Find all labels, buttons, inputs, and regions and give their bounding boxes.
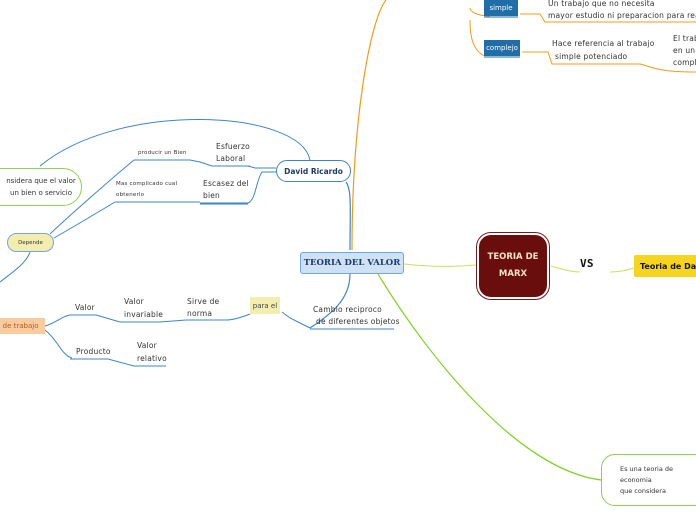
producto-label: Producto [76,347,111,356]
depende-node[interactable]: Depende [7,233,54,252]
link-vs-darwin [609,267,635,273]
link-esfuerzo-producir [189,159,213,167]
producir-label: producir un Bien [138,150,187,156]
simple-badge[interactable]: simple [484,0,518,16]
link-arc-considera [39,119,311,167]
link-sirve-invariable [159,319,187,323]
complejo-right-line1: El trab [673,34,696,43]
cambio-line2: de diferentes objetos [316,317,400,326]
esfuerzo-line2: Laboral [216,154,246,163]
cambio-line1: Cambio reciproco [313,305,382,314]
sirve-line2: norma [187,309,213,318]
considera-line2: un bien o servicio [10,189,72,197]
invariable-line2: invariable [124,310,164,319]
link-invariable-valor [95,314,121,323]
simple-text-line1: Un trabajo que no necesita [548,0,655,8]
marx-node[interactable]: TEORIA DE MARX [476,232,550,300]
link-orange-top [351,0,387,251]
complejo-right-line3: complej [673,58,696,67]
link-depende-left [0,251,31,283]
valor-label: Valor [75,303,95,312]
vs-label: VS [580,257,594,270]
sirve-line1: Sirve de [187,297,220,306]
considera-node[interactable]: nsidera que el valor un bien o servicio [0,168,82,206]
invariable-line1: Valor [124,297,144,306]
complicado-line2: obtenerlo [116,192,145,198]
link-producto-relativo [107,358,135,367]
bubble-line1: Es una teoria de [620,464,674,473]
escasez-line2: bien [203,191,221,200]
considera-line1: nsidera que el valor [6,177,76,185]
ricardo-node[interactable]: David Ricardo [276,160,351,182]
link-trabajo-producto [44,329,73,359]
link-cambio-paraa [281,311,311,329]
complejo-text-line1: Hace referencia al trabajo [552,39,655,48]
central-topic[interactable]: TEORIA DEL VALOR [300,252,404,274]
economia-bubble[interactable]: Es una teoria de economia que considera [601,454,696,506]
complejo-right-line2: en un [673,46,696,55]
link-bubble [377,273,602,481]
esfuerzo-line1: Esfuerzo [216,142,250,151]
link-marx-vs [550,265,581,273]
link-ricardo [345,181,351,251]
relativo-line1: Valor [137,341,157,350]
complejo-text-line2: simple potenciado [555,52,628,61]
trabajo-node[interactable]: l de trabajo [0,318,45,334]
complicado-line1: Mas complicado cual [116,181,178,187]
bubble-line2: economia [620,475,652,484]
bubble-line3: que considera [620,486,666,495]
link-paraa-sirve [225,313,251,321]
paraa-node[interactable]: para el [250,297,280,314]
darwin-node[interactable]: Teoria de Da [634,255,696,277]
relativo-line2: relativo [137,354,167,363]
link-complicado-depende [53,201,116,239]
marx-line1: TEORIA DE [487,252,539,262]
link-trabajo-valor [44,314,71,327]
marx-line2: MARX [498,269,528,279]
escasez-line1: Escasez del [203,179,249,188]
link-complejo [469,19,485,57]
complejo-badge[interactable]: complejo [484,40,520,56]
simple-text-line2: mayor estudio ni preparacion para realiz… [548,11,696,20]
link-marx [403,263,478,267]
